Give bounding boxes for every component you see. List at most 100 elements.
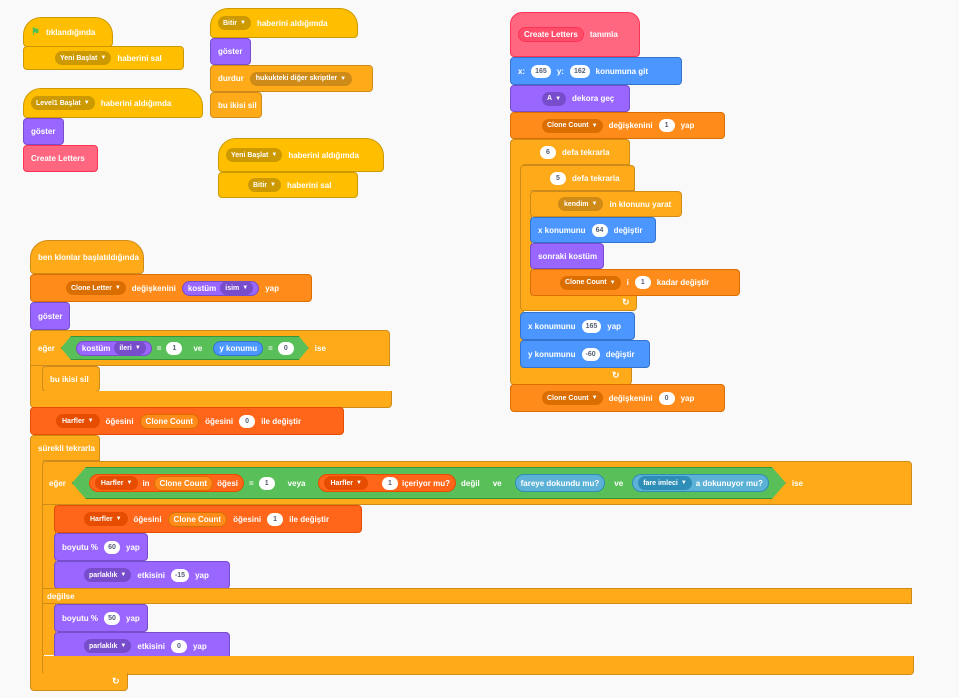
when-receive-level1-hat[interactable]: Level1 Başlat ▼ haberini aldığımda xyxy=(23,88,203,118)
if-block[interactable]: eğer kostüm ileri ▼ = 1 ve y konumu = 0 is… xyxy=(30,330,390,366)
clone-count-reporter[interactable]: Clone Count xyxy=(167,511,228,527)
create-clone-block[interactable]: kendim ▼ in klonunu yarat xyxy=(530,191,682,217)
chevron-down-icon: ▼ xyxy=(240,20,246,26)
variable-dropdown[interactable]: Clone Count ▼ xyxy=(560,275,621,290)
reset-clone-count-block[interactable]: Clone Count ▼ değişkenini 0 yap xyxy=(510,384,725,412)
repeat-count-input[interactable]: 5 xyxy=(550,171,566,185)
list-contains-reporter[interactable]: Harfler ▼ 1 içeriyor mu? xyxy=(318,474,456,492)
set-size-block[interactable]: boyutu % 60 yap xyxy=(54,533,148,561)
costume-attr-dropdown[interactable]: ileri ▼ xyxy=(114,341,145,355)
delete-clone-block[interactable]: bu ikisi sil xyxy=(210,92,262,118)
chevron-down-icon: ▼ xyxy=(555,95,562,102)
message-dropdown[interactable]: Bitir ▼ xyxy=(218,16,251,30)
set-clone-count-block[interactable]: Clone Count ▼ değişkenini 1 yap xyxy=(510,112,725,139)
and-operator[interactable]: kostüm ileri ▼ = 1 ve y konumu = 0 xyxy=(61,336,309,360)
forever-block[interactable]: sürekli tekrarla xyxy=(30,435,100,461)
compare-input[interactable]: 1 xyxy=(166,342,182,355)
show-block[interactable]: göster xyxy=(30,302,70,330)
size-input[interactable]: 50 xyxy=(104,611,120,625)
delete-clone-block[interactable]: bu ikisi sil xyxy=(42,366,100,392)
show-block[interactable]: göster xyxy=(210,38,251,65)
chevron-down-icon: ▼ xyxy=(609,279,616,286)
set-size-block[interactable]: boyutu % 50 yap xyxy=(54,604,148,632)
change-y-block[interactable]: y konumunu -60 değiştir xyxy=(520,340,650,368)
goto-xy-block[interactable]: x: 165 y: 162 konumuna git xyxy=(510,57,682,85)
touching-mouse-reporter[interactable]: fareye dokundu mu? xyxy=(515,474,606,492)
broadcast-dropdown[interactable]: Bitir ▼ xyxy=(248,178,281,192)
show-block[interactable]: göster xyxy=(23,118,64,145)
value-input[interactable]: 1 xyxy=(634,276,651,289)
broadcast-block[interactable]: Bitir ▼ haberini sal xyxy=(218,172,358,198)
replace-item-block[interactable]: Harfler ▼ öğesini Clone Count öğesini 0 i… xyxy=(30,407,344,435)
variable-dropdown[interactable]: Clone Letter ▼ xyxy=(66,281,126,295)
broadcast-block[interactable]: Yeni Başlat ▼ haberini sal xyxy=(23,46,184,70)
chevron-down-icon: ▼ xyxy=(591,201,598,207)
touching-object-reporter[interactable]: fare imleci ▼ a dokunuyor mu? xyxy=(632,474,769,492)
stop-dropdown[interactable]: hukukteki diğer skriptler ▼ xyxy=(249,71,353,86)
when-receive-bitir-hat[interactable]: Bitir ▼ haberini aldığımda xyxy=(210,8,358,38)
message-dropdown[interactable]: Yeni Başlat ▼ xyxy=(226,148,283,162)
set-x-input[interactable]: 165 xyxy=(581,319,602,333)
clone-dropdown[interactable]: kendim ▼ xyxy=(558,197,604,211)
effect-dropdown[interactable]: parlaklık ▼ xyxy=(84,568,132,582)
list-dropdown[interactable]: Harfler ▼ xyxy=(84,512,128,526)
repeat-count-input[interactable]: 6 xyxy=(540,145,556,159)
x-input[interactable]: 165 xyxy=(531,64,551,78)
replace-item-block[interactable]: Harfler ▼ öğesini Clone Count öğesini 1 i… xyxy=(54,505,362,533)
chevron-down-icon: ▼ xyxy=(100,55,107,61)
effect-input[interactable]: -15 xyxy=(170,568,190,582)
set-effect-block[interactable]: parlaklık ▼ etkisini -15 yap xyxy=(54,561,230,589)
message-dropdown[interactable]: Level1 Başlat ▼ xyxy=(31,96,95,110)
chevron-down-icon: ▼ xyxy=(242,285,249,291)
when-receive-yeni-hat[interactable]: Yeni Başlat ▼ haberini aldığımda xyxy=(218,138,384,172)
switch-costume-block[interactable]: A ▼ dekora geç xyxy=(510,85,630,112)
value-input[interactable]: 0 xyxy=(239,414,256,428)
list-dropdown[interactable]: Harfler ▼ xyxy=(95,476,139,490)
if-else-block[interactable]: eğer Harfler ▼ in Clone Count öğesi = 1 v… xyxy=(42,461,912,505)
variable-dropdown[interactable]: Clone Count ▼ xyxy=(542,118,603,133)
define-create-letters-hat[interactable]: Create Letters tanımla xyxy=(510,12,640,57)
value-input[interactable]: 1 xyxy=(658,119,675,132)
change-y-input[interactable]: -60 xyxy=(581,347,600,361)
touch-dropdown[interactable]: fare imleci ▼ xyxy=(638,476,692,490)
y-input[interactable]: 162 xyxy=(569,64,590,78)
when-flag-clicked-hat[interactable]: ⚑ tıklandığında xyxy=(23,17,113,47)
compare-input[interactable]: 1 xyxy=(259,477,275,490)
stop-block[interactable]: durdur hukukteki diğer skriptler ▼ xyxy=(210,65,373,92)
change-x-input[interactable]: 64 xyxy=(591,223,608,237)
list-dropdown[interactable]: Harfler ▼ xyxy=(324,476,368,490)
chevron-down-icon: ▼ xyxy=(591,395,598,401)
when-clone-starts-hat[interactable]: ben klonlar başlatıldığında xyxy=(30,240,144,274)
repeat-5-block[interactable]: 5 defa tekrarla xyxy=(520,165,635,191)
y-position-reporter[interactable]: y konumu xyxy=(213,341,263,356)
size-input[interactable]: 60 xyxy=(104,540,120,554)
effect-input[interactable]: 0 xyxy=(170,639,187,653)
clone-count-reporter[interactable]: Clone Count xyxy=(139,413,200,429)
compare-input[interactable]: 0 xyxy=(278,342,294,355)
create-letters-call[interactable]: Create Letters xyxy=(23,145,98,172)
clone-count-reporter[interactable]: Clone Count xyxy=(154,476,214,491)
costume-reporter[interactable]: kostüm isim ▼ xyxy=(181,280,260,296)
chevron-down-icon: ▼ xyxy=(83,100,90,106)
costume-dropdown[interactable]: A ▼ xyxy=(542,91,567,106)
value-input[interactable]: 0 xyxy=(658,391,675,405)
set-clone-letter-block[interactable]: Clone Letter ▼ değişkenini kostüm isim ▼ ya… xyxy=(30,274,312,302)
if-else-footer xyxy=(42,656,914,675)
loop-arrow-icon: ↻ xyxy=(112,676,120,686)
costume-attr-dropdown[interactable]: isim ▼ xyxy=(220,281,254,295)
chevron-down-icon: ▼ xyxy=(356,480,362,486)
repeat-6-block[interactable]: 6 defa tekrarla xyxy=(510,139,630,165)
value-input[interactable]: 1 xyxy=(267,512,284,526)
contains-input[interactable]: 1 xyxy=(382,477,398,490)
change-clone-count-block[interactable]: Clone Count ▼ i 1 kadar değiştir xyxy=(530,269,740,296)
broadcast-dropdown[interactable]: Yeni Başlat ▼ xyxy=(55,51,112,65)
effect-dropdown[interactable]: parlaklık ▼ xyxy=(84,639,132,653)
variable-dropdown[interactable]: Clone Count ▼ xyxy=(542,391,603,405)
next-costume-block[interactable]: sonraki kostüm xyxy=(530,243,604,269)
and-operator[interactable]: Harfler ▼ in Clone Count öğesi = 1 veya H… xyxy=(72,467,786,499)
set-x-block[interactable]: x konumunu 165 yap xyxy=(520,312,635,340)
costume-reporter[interactable]: kostüm ileri ▼ xyxy=(76,341,152,356)
change-x-block[interactable]: x konumunu 64 değiştir xyxy=(530,217,656,243)
list-dropdown[interactable]: Harfler ▼ xyxy=(56,414,100,428)
item-of-list-reporter[interactable]: Harfler ▼ in Clone Count öğesi xyxy=(89,474,244,492)
